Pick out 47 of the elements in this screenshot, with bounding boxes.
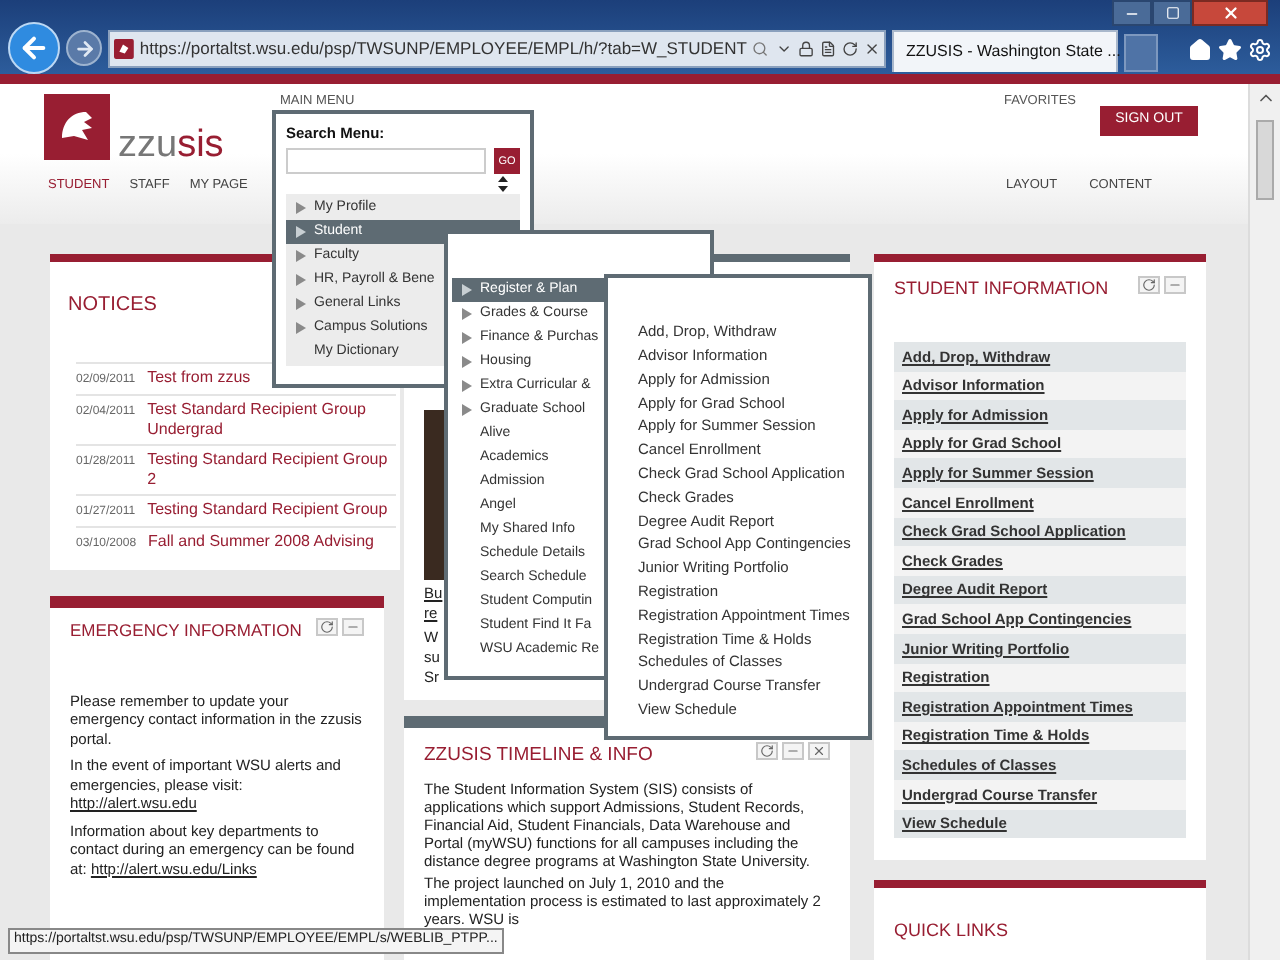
refresh-button[interactable]: [316, 617, 338, 636]
notice-link[interactable]: Fall and Summer 2008 Advising: [148, 532, 374, 554]
star-icon[interactable]: [1218, 38, 1242, 62]
close-icon: [1221, 4, 1239, 22]
browser-tab[interactable]: ZZUSIS - Washington State ...: [892, 30, 1118, 72]
tab-title: ZZUSIS - Washington State ...: [906, 40, 1121, 64]
panel-title: QUICK LINKS: [894, 920, 1009, 940]
forward-button[interactable]: [66, 30, 102, 66]
restore-icon: [1165, 6, 1179, 20]
close-icon: [812, 744, 826, 758]
forward-arrow-icon: [73, 37, 95, 59]
address-text: https://portaltst.wsu.edu/psp/TWSUNP/EMPLOYEE/EMPL/h/?tab=W_STUDENT: [139, 36, 747, 62]
back-button[interactable]: [8, 22, 60, 74]
stop-icon: [863, 40, 880, 58]
dropdown-caret-icon: [775, 40, 792, 58]
close-window-button[interactable]: [1192, 0, 1268, 26]
panel-title: NOTICES: [68, 294, 157, 316]
lock-icon: [797, 40, 814, 58]
sort-icon[interactable]: [498, 176, 508, 193]
refresh-icon: [1142, 278, 1156, 292]
notice-link[interactable]: Test Standard Recipient Group Undergrad: [147, 400, 396, 440]
panel-title: EMERGENCY INFORMATION: [70, 617, 302, 643]
logo-wordmark: zzusis: [118, 126, 224, 164]
minimize-icon: [786, 744, 800, 758]
search-icon: [752, 40, 769, 58]
refresh-button[interactable]: [756, 742, 778, 760]
search-field[interactable]: [286, 148, 486, 175]
notice-link[interactable]: Testing Standard Recipient Group: [147, 500, 388, 522]
compatibility-view-icon: [819, 40, 836, 58]
refresh-button[interactable]: [1138, 276, 1160, 294]
address-bar[interactable]: https://portaltst.wsu.edu/psp/TWSUNP/EMPLOYEE/EMPL/h/?tab=W_STUDENT: [108, 30, 886, 68]
panel-title: STUDENT INFORMATION: [894, 276, 1109, 302]
close-button[interactable]: [808, 742, 830, 760]
site-logo-icon: [114, 38, 134, 60]
scroll-thumb[interactable]: [1256, 120, 1274, 200]
panel-title: ZZUSIS TIMELINE & INFO: [424, 742, 653, 770]
home-icon[interactable]: [1188, 38, 1212, 62]
restore-window-button[interactable]: [1152, 0, 1192, 26]
refresh-icon: [841, 40, 858, 58]
refresh-icon: [760, 744, 774, 758]
minimize-icon: [1168, 278, 1182, 292]
refresh-icon: [320, 619, 334, 634]
scrollbar[interactable]: [1248, 84, 1280, 960]
notice-link[interactable]: Test from zzus: [147, 368, 251, 390]
cougar-logo-icon: [44, 94, 110, 160]
settings-icon[interactable]: [1248, 38, 1272, 62]
notice-link[interactable]: Testing Standard Recipient Group 2: [147, 450, 396, 490]
